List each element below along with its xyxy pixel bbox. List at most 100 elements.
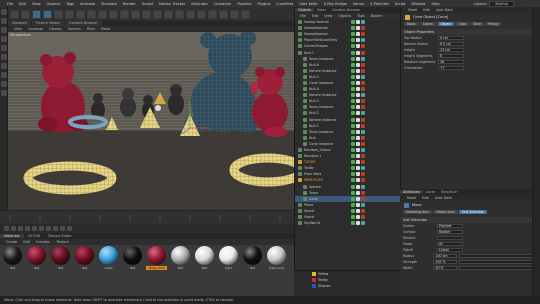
property-value-field[interactable]: Preview bbox=[437, 223, 463, 229]
deformer-icon[interactable] bbox=[208, 9, 217, 19]
tag-icon[interactable] bbox=[361, 148, 365, 153]
tag-icon[interactable] bbox=[356, 184, 360, 189]
viewport-menu-options[interactable]: Options bbox=[65, 27, 84, 31]
z-axis-icon[interactable] bbox=[98, 9, 107, 19]
tag-icon[interactable] bbox=[351, 105, 355, 110]
tag-icon[interactable] bbox=[356, 32, 360, 37]
tag-icon[interactable] bbox=[351, 26, 355, 31]
tag-icon[interactable] bbox=[351, 117, 355, 122]
property-value-field[interactable]: All bbox=[437, 241, 463, 247]
coord-system-icon[interactable] bbox=[109, 9, 118, 19]
tag-icon[interactable] bbox=[351, 208, 355, 213]
render-settings-icon[interactable] bbox=[142, 9, 151, 19]
tag-icon[interactable] bbox=[351, 44, 355, 49]
layout-value[interactable]: Startup bbox=[489, 0, 515, 7]
subdivision-icon[interactable] bbox=[175, 9, 184, 19]
material-slot[interactable]: Teddy Pink bbox=[146, 246, 167, 274]
tag-icon[interactable] bbox=[356, 129, 360, 134]
menu-simulate[interactable]: Simulate bbox=[98, 2, 120, 6]
attribute-tab-basic[interactable]: Basic bbox=[404, 22, 419, 26]
tag-icon[interactable] bbox=[356, 117, 360, 122]
tag-icon[interactable] bbox=[361, 202, 365, 207]
sculpt-icon[interactable] bbox=[1, 90, 7, 96]
material-slot[interactable]: Light bbox=[218, 246, 239, 274]
tag-icon[interactable] bbox=[351, 178, 355, 183]
boole-icon[interactable] bbox=[197, 9, 206, 19]
menu-script[interactable]: Script bbox=[392, 2, 408, 6]
tag-icon[interactable] bbox=[351, 148, 355, 153]
attribute-menu-user-data[interactable]: User Data bbox=[433, 8, 456, 12]
scale-tool-icon[interactable] bbox=[54, 9, 63, 19]
tab-materials[interactable]: Materials bbox=[0, 234, 24, 238]
tag-icon[interactable] bbox=[351, 20, 355, 25]
render-picture-icon[interactable] bbox=[131, 9, 140, 19]
tag-icon[interactable] bbox=[361, 221, 365, 226]
property-value-field[interactable]: +Y bbox=[438, 65, 464, 71]
attribute-tab-caps[interactable]: Caps bbox=[455, 22, 470, 26]
tag-icon[interactable] bbox=[356, 148, 360, 153]
tag-icon[interactable] bbox=[361, 160, 365, 165]
go-end-icon[interactable] bbox=[46, 226, 51, 231]
viewport-menu-filter[interactable]: Filter bbox=[84, 27, 98, 31]
tag-icon[interactable] bbox=[361, 74, 365, 79]
tag-icon[interactable] bbox=[356, 141, 360, 146]
axis-mode-icon[interactable] bbox=[1, 36, 7, 42]
tag-icon[interactable] bbox=[361, 26, 365, 31]
material-menu-function[interactable]: Function bbox=[33, 240, 53, 244]
pen-icon[interactable] bbox=[164, 9, 173, 19]
menu-x-ray-bridge[interactable]: X-Ray Bridge bbox=[321, 2, 350, 6]
y-axis-icon[interactable] bbox=[87, 9, 96, 19]
tag-icon[interactable] bbox=[361, 129, 365, 134]
array-icon[interactable] bbox=[186, 9, 195, 19]
tag-icon[interactable] bbox=[361, 93, 365, 98]
tag-icon[interactable] bbox=[356, 196, 360, 201]
property-value-field[interactable]: 50 % bbox=[433, 265, 458, 271]
tag-icon[interactable] bbox=[351, 50, 355, 55]
material-slot[interactable]: Mat bbox=[194, 246, 215, 274]
tag-icon[interactable] bbox=[351, 68, 355, 73]
record-icon[interactable] bbox=[53, 226, 58, 231]
tool-subtab-object-axis[interactable]: Object Axis bbox=[432, 210, 458, 214]
tag-icon[interactable] bbox=[361, 117, 365, 122]
menu-help[interactable]: Help bbox=[428, 2, 442, 6]
tab-objects[interactable]: Objects bbox=[295, 8, 314, 12]
menu-glen-keith[interactable]: Glen Keith bbox=[296, 2, 321, 6]
menu-pipeline[interactable]: Pipeline bbox=[234, 2, 254, 6]
tag-icon[interactable] bbox=[356, 105, 360, 110]
material-slot[interactable]: Mat bbox=[242, 246, 263, 274]
tag-icon[interactable] bbox=[356, 135, 360, 140]
tag-icon[interactable] bbox=[361, 154, 365, 159]
layer-row[interactable]: Shapes bbox=[294, 283, 400, 289]
tag-icon[interactable] bbox=[351, 196, 355, 201]
menu-edit[interactable]: Edit bbox=[16, 2, 29, 6]
floor-icon[interactable] bbox=[219, 9, 228, 19]
tag-icon[interactable] bbox=[351, 93, 355, 98]
material-slot[interactable]: Mat bbox=[26, 246, 47, 274]
attribute-tab-phong[interactable]: Phong bbox=[485, 22, 502, 26]
viewport-menu-panel[interactable]: Panel bbox=[98, 27, 113, 31]
object-menu-objects[interactable]: Objects bbox=[335, 14, 354, 18]
menu-motion-tracker[interactable]: Motion Tracker bbox=[156, 2, 188, 6]
tag-icon[interactable] bbox=[356, 38, 360, 43]
lock-icon[interactable] bbox=[1, 72, 7, 78]
edges-mode-icon[interactable] bbox=[1, 18, 7, 24]
texture-mode-icon[interactable] bbox=[1, 45, 7, 51]
tag-icon[interactable] bbox=[351, 123, 355, 128]
tag-icon[interactable] bbox=[356, 68, 360, 73]
material-slot[interactable]: Mat bbox=[122, 246, 143, 274]
menu-file[interactable]: File bbox=[4, 2, 16, 6]
x-axis-icon[interactable] bbox=[76, 9, 85, 19]
undo-icon[interactable] bbox=[10, 9, 19, 19]
tag-icon[interactable] bbox=[361, 141, 365, 146]
move-tool-icon[interactable] bbox=[43, 9, 52, 19]
tag-icon[interactable] bbox=[361, 62, 365, 67]
tag-icon[interactable] bbox=[356, 87, 360, 92]
tab-layer[interactable]: Layer bbox=[423, 190, 438, 194]
tag-icon[interactable] bbox=[351, 135, 355, 140]
tag-icon[interactable] bbox=[361, 99, 365, 104]
timeline[interactable] bbox=[0, 210, 294, 224]
tab-structure[interactable]: Structure bbox=[438, 190, 460, 194]
tool-menu-edit[interactable]: Edit bbox=[419, 196, 432, 200]
tag-icon[interactable] bbox=[361, 123, 365, 128]
tag-icon[interactable] bbox=[351, 141, 355, 146]
